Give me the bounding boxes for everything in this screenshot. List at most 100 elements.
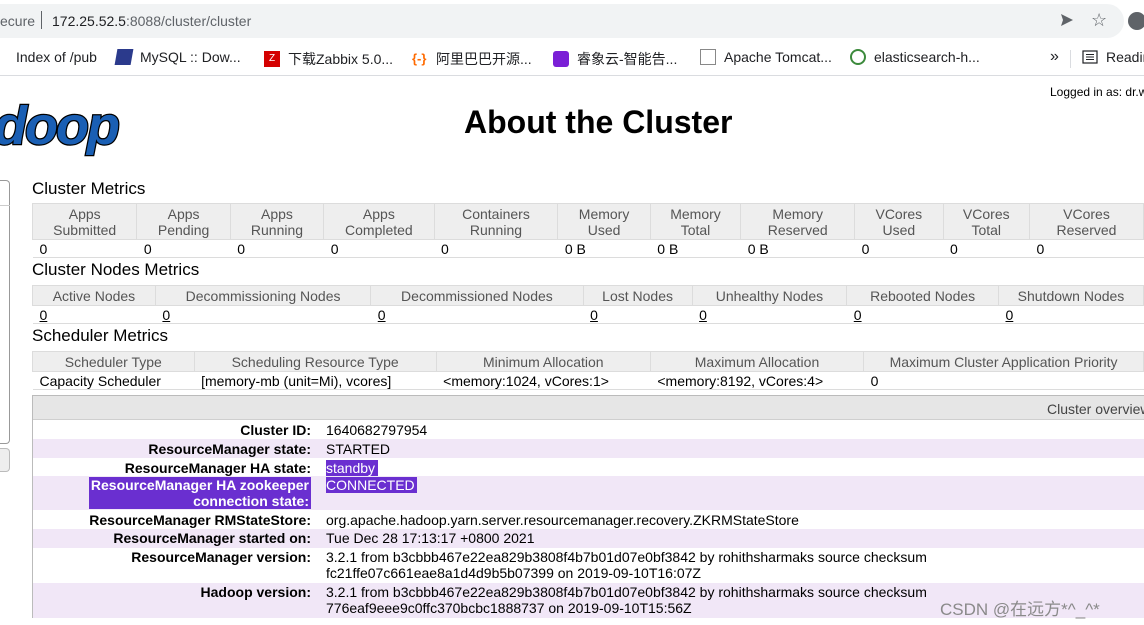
col-scheduler-type[interactable]: Scheduler Type [32,351,195,372]
col-containers-running[interactable]: Containers Running [433,203,559,240]
url-text[interactable]: 172.25.52.5:8088/cluster/cluster [52,13,251,29]
col-minimum-allocation[interactable]: Minimum Allocation [435,351,651,372]
table-cell: 0 B [740,239,855,258]
bookmark-label: 下载Zabbix 5.0... [288,51,394,67]
row-value: 3.2.1 from b3cbbb467e22ea829b3808f4b7b01… [326,549,927,581]
row-key: ResourceManager started on: [113,530,311,546]
overview-row-rmstatestore: ResourceManager RMStateStore: org.apache… [33,510,1144,529]
col-max-app-priority[interactable]: Maximum Cluster Application Priority [863,351,1144,372]
bookmark-label: 睿象云-智能告... [577,51,678,67]
table-cell: 0 [943,239,1030,258]
unhealthy-nodes-link[interactable]: 0 [699,307,707,323]
hadoop-logo[interactable]: doop [0,98,142,158]
col-vcores-total[interactable]: VCores Total [942,203,1031,240]
url-path: :8088/cluster/cluster [125,13,252,29]
col-active-nodes[interactable]: Active Nodes [32,285,156,306]
col-apps-completed[interactable]: Apps Completed [323,203,435,240]
bookmark-label: elasticsearch-h... [874,49,980,65]
bookmark-label: Apache Tomcat... [724,49,832,65]
table-cell: 0 B [650,239,741,258]
cluster-metrics-table: Apps Submitted Apps Pending Apps Running Ap… [31,203,1144,258]
row-value: Tue Dec 28 17:13:17 +0800 2021 [326,530,535,546]
cluster-overview-header[interactable]: Cluster overview [33,396,1144,420]
nodes-metrics-table: Active Nodes Decommissioning Nodes Decom… [32,285,1144,324]
more-bookmarks-icon[interactable]: » [1050,48,1059,66]
col-apps-submitted[interactable]: Apps Submitted [31,203,138,240]
csdn-watermark: CSDN @在远方*^_^* [940,600,1100,619]
nodes-metrics-title: Cluster Nodes Metrics [32,260,200,279]
col-vcores-reserved[interactable]: VCores Reserved [1029,203,1144,240]
logo-text: doop [0,98,119,156]
row-key: Hadoop version: [200,584,311,600]
col-memory-used[interactable]: Memory Used [557,203,651,240]
bookmark-index-of-pub[interactable]: Index of /pub [0,49,97,65]
address-bar: ecure 172.25.52.5:8088/cluster/cluster ☆ [0,0,1144,40]
bookmarks-bar: Index of /pub MySQL :: Dow... Z 下载Zabbix … [0,40,1144,76]
table-row: 0 0 0 0 0 0 0 [32,305,1144,324]
active-nodes-link[interactable]: 0 [40,307,48,323]
col-memory-total[interactable]: Memory Total [649,203,742,240]
row-key: Cluster ID: [240,422,311,438]
table-cell: 0 [323,239,435,258]
rebooted-nodes-link[interactable]: 0 [854,307,862,323]
overview-row-started-on: ResourceManager started on: Tue Dec 28 1… [33,529,1144,548]
col-scheduling-resource-type[interactable]: Scheduling Resource Type [193,351,437,372]
overview-row-rm-state: ResourceManager state: STARTED [33,439,1144,458]
row-value: STARTED [326,441,391,457]
col-unhealthy-nodes[interactable]: Unhealthy Nodes [691,285,848,306]
profile-icon[interactable] [1128,12,1144,30]
folder-icon [0,49,8,65]
reading-list-icon [1082,50,1098,64]
col-decommissioned-nodes[interactable]: Decommissioned Nodes [370,285,584,306]
col-lost-nodes[interactable]: Lost Nodes [582,285,693,306]
table-cell: 0 [1029,239,1144,258]
sidebar-tools-toggle[interactable] [0,448,10,472]
reading-list[interactable]: Readin [1082,49,1144,65]
tomcat-icon [700,49,716,65]
col-decommissioning-nodes[interactable]: Decommissioning Nodes [154,285,372,306]
logged-in-label: Logged in as: dr.w [1050,85,1144,99]
col-vcores-used[interactable]: VCores Used [854,203,944,240]
table-cell: 0 [32,239,137,258]
decommissioned-nodes-link[interactable]: 0 [378,307,386,323]
mysql-icon [114,49,134,65]
table-header-row: Apps Submitted Apps Pending Apps Running Ap… [31,203,1144,240]
cluster-overview-title: Cluster overview [1047,401,1144,417]
bookmark-tomcat[interactable]: Apache Tomcat... [700,49,832,65]
security-label[interactable]: ecure [0,13,35,29]
scheduler-metrics-title: Scheduler Metrics [32,326,169,345]
col-memory-reserved[interactable]: Memory Reserved [740,203,856,240]
bookmark-zabbix[interactable]: Z 下载Zabbix 5.0... [264,49,393,69]
send-icon[interactable] [1060,13,1074,27]
sidebar-divider [0,205,10,206]
table-cell: 0 B [557,239,651,258]
table-cell: 0 [998,305,1144,324]
table-cell: 0 [136,239,231,258]
zabbix-icon: Z [264,51,280,67]
bookmark-elasticsearch[interactable]: elasticsearch-h... [850,49,980,65]
lost-nodes-link[interactable]: 0 [590,307,598,323]
shutdown-nodes-link[interactable]: 0 [1006,307,1014,323]
elasticsearch-icon [850,49,866,65]
decommissioning-nodes-link[interactable]: 0 [162,307,170,323]
col-maximum-allocation[interactable]: Maximum Allocation [649,351,865,372]
scheduler-metrics-table: Scheduler Type Scheduling Resource Type … [32,351,1144,390]
col-apps-pending[interactable]: Apps Pending [136,203,231,240]
row-key: ResourceManager RMStateStore: [89,512,311,528]
bookmark-mysql[interactable]: MySQL :: Dow... [114,49,241,65]
table-cell: 0 [863,371,1144,390]
col-shutdown-nodes[interactable]: Shutdown Nodes [998,285,1144,306]
star-icon[interactable]: ☆ [1091,11,1107,29]
bookmark-ruixiang[interactable]: 睿象云-智能告... [553,49,677,69]
row-key: ResourceManager state: [148,441,311,457]
url-host: 172.25.52.5 [52,13,126,29]
bookmark-alibaba[interactable]: {-} 阿里巴巴开源... [412,49,532,69]
table-cell: 0 [583,305,693,324]
sidebar-nav-panel[interactable] [0,180,10,444]
col-apps-running[interactable]: Apps Running [229,203,325,240]
table-row: Capacity Scheduler [memory-mb (unit=Mi),… [32,371,1144,390]
table-cell: 0 [434,239,558,258]
ruixiang-icon [553,51,569,67]
col-rebooted-nodes[interactable]: Rebooted Nodes [846,285,999,306]
bookmark-label: Index of /pub [16,49,97,65]
